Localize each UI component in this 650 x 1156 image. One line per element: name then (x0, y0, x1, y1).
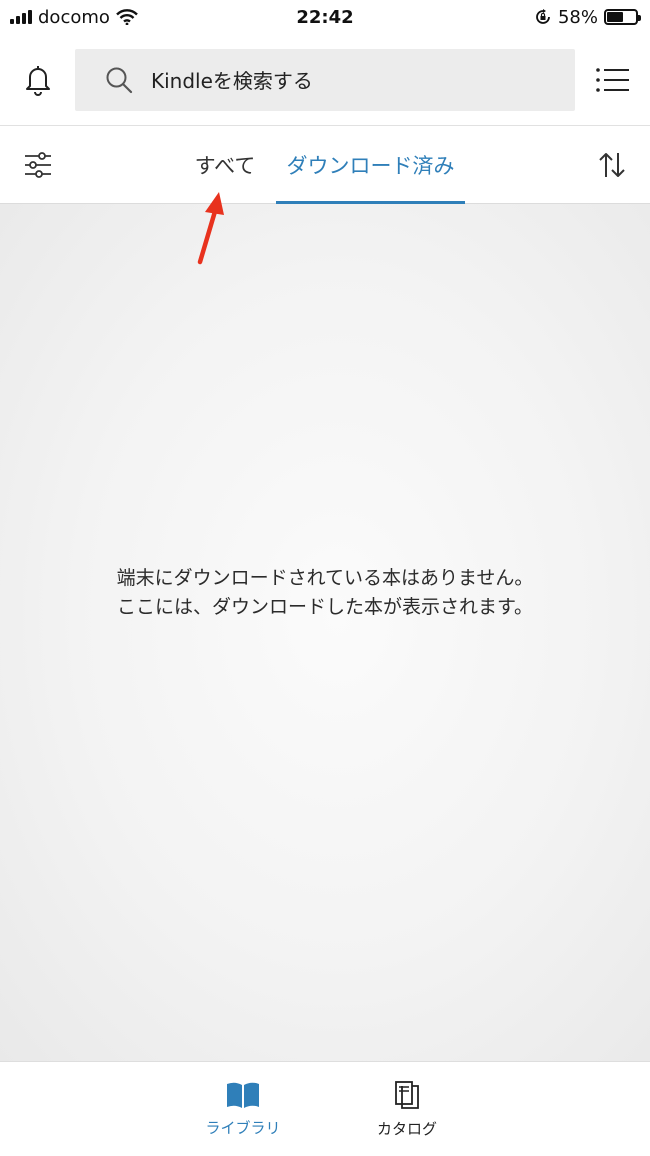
nav-catalog-label: カタログ (376, 1120, 437, 1138)
sort-arrows-icon (599, 153, 625, 177)
tab-downloaded-label: ダウンロード済み (286, 154, 455, 178)
filter-sliders-icon (25, 152, 51, 178)
tabs-row: すべて ダウンロード済み (0, 126, 650, 204)
empty-state-message: 端末にダウンロードされている本はありません。 ここには、ダウンロードした本が表示… (0, 564, 650, 622)
tab-all-label: すべて (194, 154, 256, 178)
battery-icon (604, 9, 641, 25)
bell-icon (25, 65, 50, 96)
nav-catalog[interactable]: カタログ (352, 1062, 462, 1156)
empty-state-line-1: 端末にダウンロードされている本はありません。 (116, 567, 534, 589)
signal-icon (10, 10, 32, 24)
bottom-nav: ライブラリ カタログ (0, 1061, 650, 1156)
filter-button[interactable] (18, 146, 58, 184)
list-menu-icon (595, 67, 629, 92)
empty-state-line-2: ここには、ダウンロードした本が表示されます。 (116, 596, 534, 618)
status-right: 58% (534, 6, 641, 28)
orientation-lock-icon (536, 9, 550, 24)
tab-downloaded[interactable]: ダウンロード済み (276, 126, 465, 204)
header: Kindleを検索する (0, 34, 650, 126)
library-content-area: 端末にダウンロードされている本はありません。 ここには、ダウンロードした本が表示… (0, 204, 650, 1061)
battery-fill (607, 12, 624, 22)
carrier-name: docomo (38, 6, 110, 28)
catalog-icon (395, 1081, 419, 1109)
search-input[interactable]: Kindleを検索する (75, 48, 575, 111)
wifi-icon (116, 9, 138, 25)
search-icon (106, 67, 133, 93)
notifications-button[interactable] (0, 34, 75, 126)
menu-button[interactable] (575, 34, 650, 126)
status-left: docomo (10, 7, 138, 28)
nav-library[interactable]: ライブラリ (188, 1062, 298, 1156)
nav-library-label: ライブラリ (205, 1119, 281, 1137)
battery-percent: 58% (557, 6, 598, 28)
sort-button[interactable] (592, 146, 632, 184)
search-placeholder: Kindleを検索する (151, 69, 313, 93)
red-arrow-annotation (197, 192, 224, 265)
open-book-icon (227, 1082, 259, 1108)
status-bar: docomo 22:42 58% (0, 0, 650, 34)
